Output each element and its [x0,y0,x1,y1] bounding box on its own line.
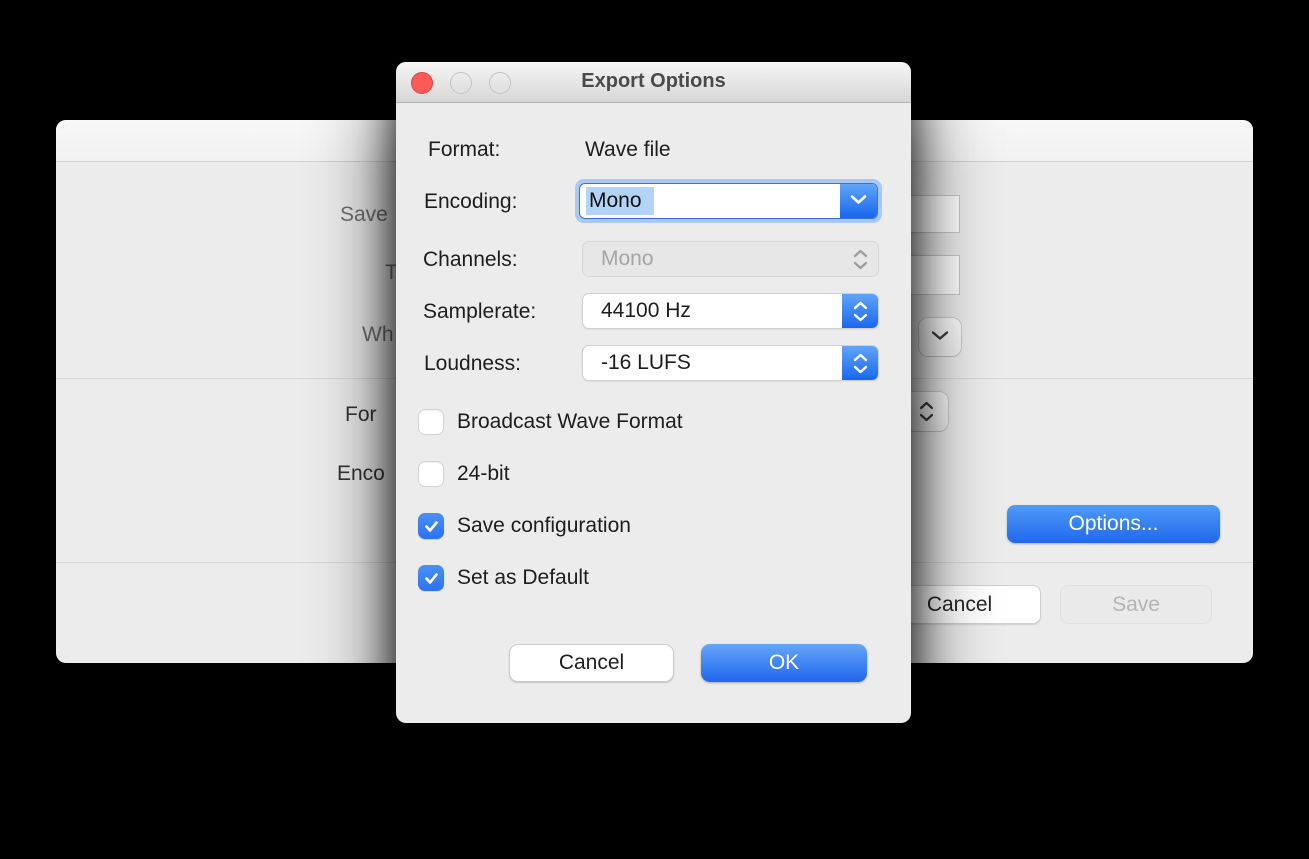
options-button[interactable]: Options... [1007,505,1220,543]
chevron-down-icon [850,192,867,210]
cancel-button[interactable]: Cancel [509,644,674,682]
samplerate-value: 44100 Hz [583,299,842,323]
checkmark-icon [424,572,439,585]
checkbox-unchecked[interactable] [418,409,444,435]
chevron-up-down-icon [842,249,878,270]
channels-label: Channels: [423,248,518,272]
checkbox-checked[interactable] [418,565,444,591]
checkbox-label: Save configuration [457,514,631,538]
loudness-stepper[interactable] [842,345,878,381]
checkbox-24-bit[interactable]: 24-bit [418,461,510,487]
chevron-up-icon [853,301,868,310]
format-label: Format: [428,138,500,162]
bg-folder-dropdown-button[interactable] [919,318,961,356]
encoding-input[interactable]: Mono [580,184,840,218]
checkbox-label: Broadcast Wave Format [457,410,683,434]
encoding-label: Encoding: [424,190,517,214]
export-options-dialog: Export Options Format: Wave file Encodin… [396,62,911,723]
checkbox-unchecked[interactable] [418,461,444,487]
checkbox-save-configuration[interactable]: Save configuration [418,513,631,539]
dialog-titlebar[interactable]: Export Options [396,62,911,103]
format-value: Wave file [585,138,671,162]
bg-save-button-disabled: Save [1060,585,1212,624]
chevron-down-icon [853,365,868,374]
chevron-down-icon [931,328,949,346]
loudness-select[interactable]: -16 LUFS [582,345,879,381]
chevron-up-icon [853,353,868,362]
bg-label-wh: Wh [362,323,394,347]
checkbox-set-as-default[interactable]: Set as Default [418,565,589,591]
checkbox-label: 24-bit [457,462,510,486]
checkmark-icon [424,520,439,533]
encoding-dropdown-button[interactable] [840,184,877,218]
checkbox-checked[interactable] [418,513,444,539]
encoding-combobox[interactable]: Mono [575,179,882,223]
channels-value: Mono [583,247,842,271]
bg-label-for: For [345,403,377,427]
bg-label-save-as: Save [340,203,388,227]
samplerate-stepper[interactable] [842,293,878,329]
samplerate-label: Samplerate: [423,300,536,324]
ok-button[interactable]: OK [701,644,867,682]
checkbox-broadcast-wave-format[interactable]: Broadcast Wave Format [418,409,683,435]
bg-label-enco: Enco [337,462,385,486]
encoding-selected-text: Mono [586,187,654,215]
dialog-title: Export Options [396,70,911,93]
samplerate-select[interactable]: 44100 Hz [582,293,879,329]
loudness-value: -16 LUFS [583,351,842,375]
chevron-up-down-icon [909,401,945,422]
desktop: { "front_dialog": { "title": "Export Opt… [0,0,1309,859]
bg-format-stepper[interactable] [905,392,948,431]
channels-select: Mono [582,241,879,277]
chevron-down-icon [853,313,868,322]
loudness-label: Loudness: [424,352,521,376]
checkbox-label: Set as Default [457,566,589,590]
